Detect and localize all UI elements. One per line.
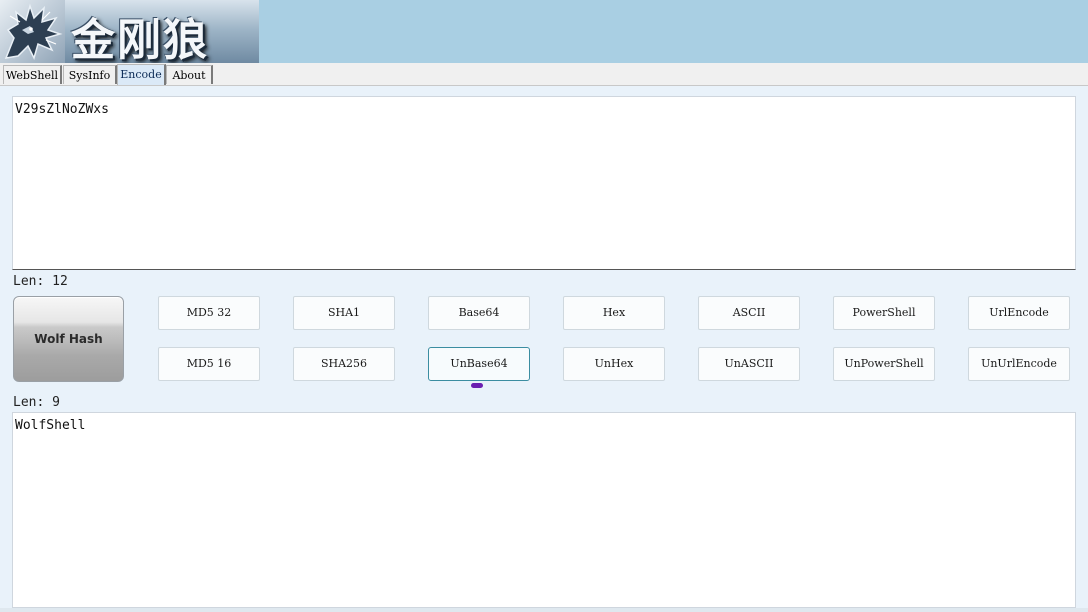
encode-window: 金刚狼 WebShell SysInfo Encode About V29sZl… bbox=[0, 0, 1088, 612]
unascii-button[interactable]: UnASCII bbox=[698, 347, 800, 381]
brand-logo: 金刚狼 bbox=[65, 0, 259, 63]
tab-about[interactable]: About bbox=[166, 65, 213, 84]
unurlencode-button[interactable]: UnUrlEncode bbox=[968, 347, 1070, 381]
brand-title: 金刚狼 bbox=[71, 15, 209, 63]
input-textarea[interactable]: V29sZlNoZWxs bbox=[12, 96, 1076, 270]
mouse-cursor-icon bbox=[471, 383, 483, 388]
hex-button[interactable]: Hex bbox=[563, 296, 665, 330]
tab-encode[interactable]: Encode bbox=[117, 64, 166, 85]
tab-webshell[interactable]: WebShell bbox=[3, 65, 62, 84]
unbase64-button[interactable]: UnBase64 bbox=[428, 347, 530, 381]
wolf-hash-button[interactable]: Wolf Hash bbox=[13, 296, 124, 382]
ascii-button[interactable]: ASCII bbox=[698, 296, 800, 330]
input-length-label: Len: 12 bbox=[13, 274, 68, 289]
header-banner: 金刚狼 bbox=[0, 0, 1088, 63]
tab-sysinfo[interactable]: SysInfo bbox=[63, 65, 117, 84]
tab-strip: WebShell SysInfo Encode About bbox=[0, 63, 1088, 86]
unhex-button[interactable]: UnHex bbox=[563, 347, 665, 381]
wolf-logo-icon bbox=[0, 0, 65, 63]
powershell-button[interactable]: PowerShell bbox=[833, 296, 935, 330]
output-length-label: Len: 9 bbox=[13, 395, 60, 410]
md5-32-button[interactable]: MD5 32 bbox=[158, 296, 260, 330]
output-textarea[interactable]: WolfShell bbox=[12, 412, 1076, 608]
md5-16-button[interactable]: MD5 16 bbox=[158, 347, 260, 381]
base64-button[interactable]: Base64 bbox=[428, 296, 530, 330]
sha1-button[interactable]: SHA1 bbox=[293, 296, 395, 330]
urlencode-button[interactable]: UrlEncode bbox=[968, 296, 1070, 330]
sha256-button[interactable]: SHA256 bbox=[293, 347, 395, 381]
unpowershell-button[interactable]: UnPowerShell bbox=[833, 347, 935, 381]
window-bottom-edge bbox=[0, 608, 1088, 612]
